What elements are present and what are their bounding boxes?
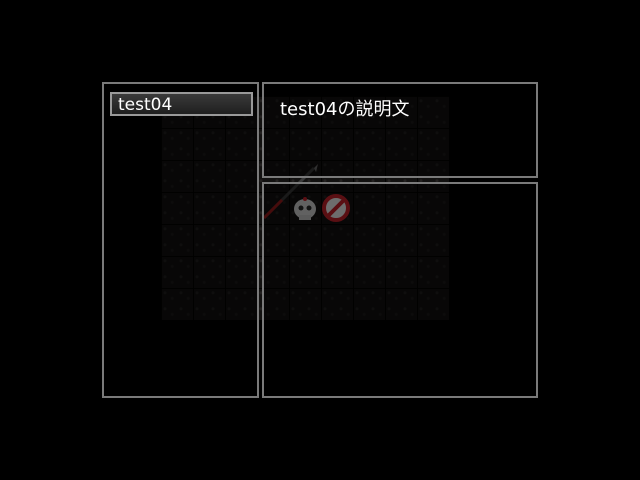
description-window: test04の説明文: [262, 82, 538, 178]
description-text: test04の説明文: [280, 99, 410, 120]
detail-window: [262, 182, 538, 398]
list-item-label: test04: [118, 95, 173, 115]
item-list-window: test04: [102, 82, 259, 398]
game-screen: test04 test04の説明文: [0, 0, 640, 480]
list-item-test04[interactable]: test04: [110, 92, 253, 116]
